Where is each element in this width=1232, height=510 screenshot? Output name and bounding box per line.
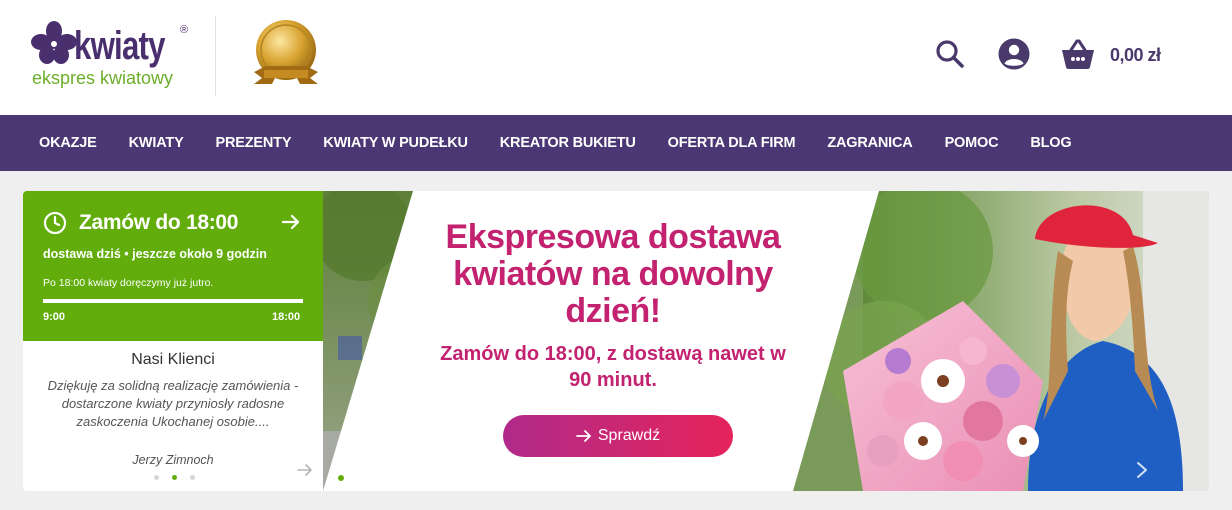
pagination-dot[interactable] — [354, 475, 360, 481]
delivery-progress-fill — [43, 299, 303, 303]
nav-item-prezenty[interactable]: PREZENTY — [200, 135, 308, 151]
nav-item-okazje[interactable]: OKAZJE — [23, 135, 113, 151]
nav-item-kwiaty-w-pudelku[interactable]: KWIATY W PUDEŁKU — [307, 135, 483, 151]
nav-item-oferta-dla-firm[interactable]: OFERTA DLA FIRM — [652, 135, 812, 151]
nav-item-zagranica[interactable]: ZAGRANICA — [811, 135, 928, 151]
cart-total[interactable]: 0,00 zł — [1110, 45, 1161, 66]
account-icon — [998, 38, 1030, 70]
delivery-time-end: 18:00 — [272, 311, 301, 323]
award-badge-icon — [254, 20, 318, 84]
logo-wordmark: kwiaty — [74, 24, 165, 68]
delivery-deadline-panel[interactable]: Zamów do 18:00 dostawa dziś • jeszcze ok… — [23, 191, 323, 341]
nav-item-kwiaty[interactable]: KWIATY — [113, 135, 200, 151]
header-divider — [215, 16, 216, 96]
testimonial-heading: Nasi Klienci — [131, 351, 215, 368]
check-button-label: Sprawdź — [597, 427, 661, 444]
testimonial-author: Jerzy Zimnoch — [132, 453, 214, 467]
nav-item-kreator-bukietu[interactable]: KREATOR BUKIETU — [484, 135, 652, 151]
search-button[interactable] — [932, 36, 968, 72]
delivery-subtitle: dostawa dziś • jeszcze około 9 godzin — [43, 247, 267, 261]
testimonial-card: Nasi Klienci Dziękuję za solidną realiza… — [23, 341, 323, 491]
check-button[interactable]: Sprawdź — [503, 415, 733, 457]
main-navigation: OKAZJE KWIATY PREZENTY KWIATY W PUDEŁKU … — [0, 115, 1232, 171]
testimonial-quote: Dziękuję za solidną realizację zamówieni… — [47, 378, 299, 429]
search-icon — [936, 40, 964, 68]
testimonial-pagination — [154, 475, 195, 480]
pagination-dot[interactable] — [172, 475, 177, 480]
logo-tagline: ekspres kwiatowy — [32, 68, 174, 88]
arrow-right-icon — [575, 430, 591, 442]
logo-registered-mark: ® — [180, 24, 189, 36]
clock-icon — [43, 211, 67, 235]
cart-icon — [1062, 39, 1094, 69]
banner-pagination — [338, 475, 360, 481]
flower-logo-icon — [31, 21, 77, 64]
hero-banner[interactable]: Ekspresowa dostawa kwiatów na dowolny dz… — [323, 191, 1209, 491]
site-header: kwiaty ® ekspres kwiatowy 0,00 zł — [0, 0, 1232, 115]
delivery-progress-bar — [43, 299, 303, 303]
arrow-right-icon[interactable] — [297, 463, 313, 477]
site-logo[interactable]: kwiaty ® ekspres kwiatowy — [30, 20, 200, 95]
banner-subheadline: Zamów do 18:00, z dostawą nawet w 90 min… — [440, 343, 786, 391]
arrow-right-icon[interactable] — [280, 211, 302, 233]
delivery-time-start: 9:00 — [43, 311, 66, 323]
delivery-note: Po 18:00 kwiaty doręczymy już jutro. — [43, 277, 214, 289]
pagination-dot[interactable] — [190, 475, 195, 480]
cart-button[interactable] — [1060, 36, 1096, 72]
nav-item-blog[interactable]: BLOG — [1014, 135, 1087, 151]
pagination-dot[interactable] — [338, 475, 344, 481]
account-button[interactable] — [996, 36, 1032, 72]
delivery-title: Zamów do 18:00 — [79, 211, 239, 234]
pagination-dot[interactable] — [154, 475, 159, 480]
banner-headline: Ekspresowa dostawa kwiatów na dowolny dz… — [445, 218, 781, 330]
chevron-right-icon[interactable] — [1135, 461, 1149, 479]
nav-item-pomoc[interactable]: POMOC — [929, 135, 1015, 151]
